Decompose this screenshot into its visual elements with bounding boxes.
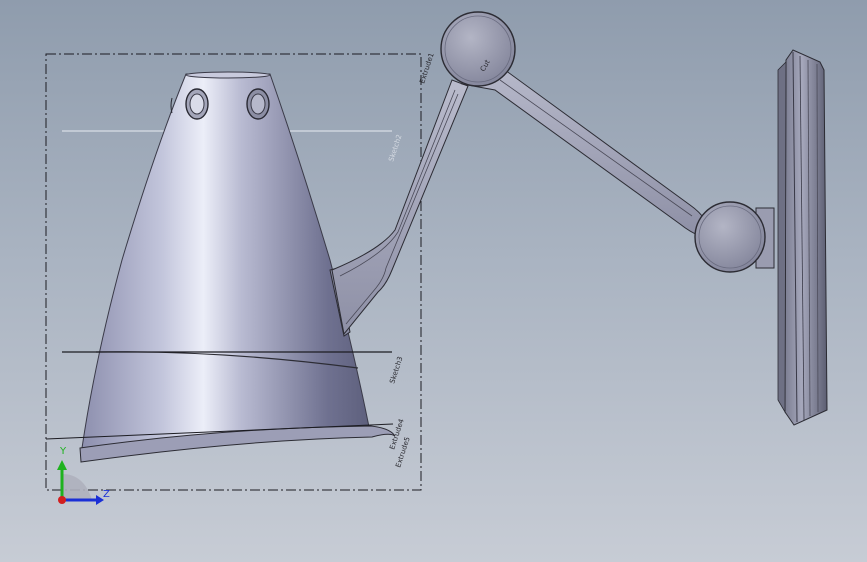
- vent-hole-partial: [170, 97, 173, 114]
- upper-arm[interactable]: [461, 54, 706, 237]
- triad-z-label: Z: [103, 489, 110, 500]
- triad-y-label: Y: [59, 446, 67, 457]
- vent-hole-right-inner: [250, 93, 266, 115]
- shade-top-rim: [185, 71, 271, 79]
- triad-y-arrow: [57, 460, 67, 470]
- triad-plane: [62, 474, 92, 500]
- model-canvas[interactable]: Extrude1 Sketch2 Sketch3 Extrude4 Extrud…: [0, 0, 867, 562]
- sketch-label-shade-upper: Sketch3: [388, 355, 404, 384]
- sketch-label-arm-mid: Sketch2: [387, 133, 403, 162]
- wall-plate[interactable]: [777, 49, 828, 426]
- sketch-label-top-right: Extrude1: [418, 52, 435, 85]
- wall-joint[interactable]: [694, 201, 775, 273]
- triad-x-axis: [58, 496, 66, 504]
- vent-hole-left-inner: [189, 93, 205, 115]
- graphics-viewport[interactable]: Extrude1 Sketch2 Sketch3 Extrude4 Extrud…: [0, 0, 867, 562]
- top-joint[interactable]: [440, 11, 516, 87]
